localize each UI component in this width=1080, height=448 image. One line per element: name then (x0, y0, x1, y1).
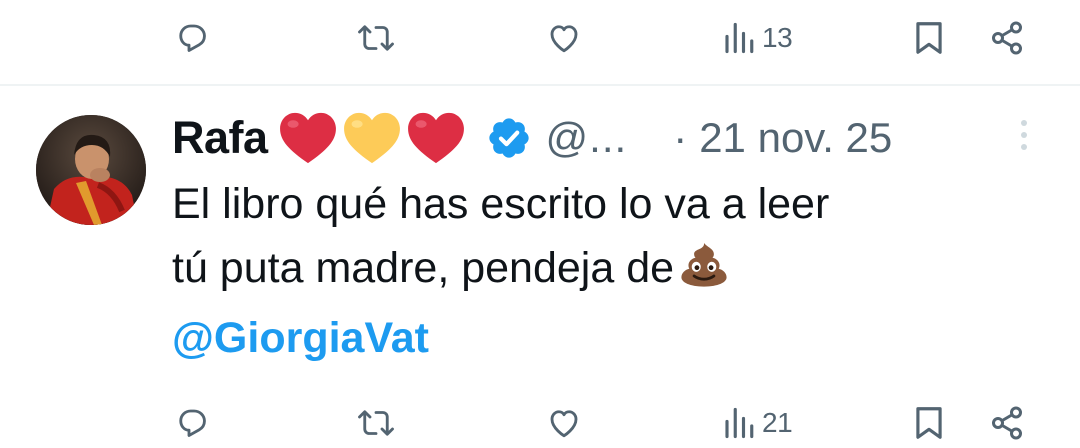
bookmark-icon (916, 407, 942, 439)
tweet-text-line-1: El libro qué has escrito lo va a leer (172, 180, 830, 228)
bookmark-icon (916, 22, 942, 54)
poop-emoji (678, 240, 730, 306)
tweet-text-line-2-content: tú puta madre, pendeja de (172, 244, 675, 292)
share-button[interactable] (987, 393, 1027, 448)
like-button[interactable] (545, 8, 583, 68)
tweet-date[interactable]: 21 nov. 25 (699, 114, 892, 162)
share-icon (992, 406, 1022, 440)
previous-tweet-action-bar: 13 (0, 8, 1080, 68)
red-heart-emoji (279, 112, 336, 164)
verified-badge-icon (488, 118, 529, 158)
tweet-divider (0, 84, 1080, 86)
header-separator: · (673, 114, 688, 161)
retweet-button[interactable] (356, 8, 396, 68)
like-icon (550, 25, 578, 53)
verified-badge[interactable] (486, 115, 532, 161)
author-handle[interactable]: @... (546, 114, 628, 162)
retweet-icon (358, 25, 394, 51)
bookmark-button[interactable] (912, 393, 946, 448)
reply-button[interactable] (174, 8, 210, 68)
red-heart-emoji (407, 112, 464, 164)
tweet-action-bar: 21 (0, 393, 1080, 448)
more-options-icon (1014, 120, 1034, 150)
more-options-button[interactable] (1014, 120, 1034, 160)
views-count: 13 (762, 22, 793, 53)
tweet-header: Rafa @... · 21 nov. 25 (172, 107, 892, 169)
views-icon (725, 22, 754, 54)
views-button[interactable]: 21 (722, 393, 793, 448)
retweet-icon (358, 410, 394, 436)
yellow-heart-emoji (343, 112, 400, 164)
tweet-text-line-2: tú puta madre, pendeja de (172, 236, 1052, 306)
views-icon (725, 407, 754, 439)
reply-icon (179, 24, 206, 52)
mention-link[interactable]: @GiorgiaVat (172, 306, 1052, 370)
bookmark-button[interactable] (912, 8, 946, 68)
share-icon (992, 21, 1022, 55)
tweet-text: El libro qué has escrito lo va a leer tú… (172, 172, 1052, 370)
like-icon (550, 410, 578, 438)
views-count: 21 (762, 407, 793, 438)
retweet-button[interactable] (356, 393, 396, 448)
reply-icon (179, 409, 206, 437)
avatar[interactable] (36, 115, 146, 225)
tweet-thread: 13 Rafa @... · 21 nov. 25 El libro qué h… (0, 0, 1080, 448)
name-emojis (278, 111, 470, 165)
author-name[interactable]: Rafa (172, 112, 268, 164)
views-button[interactable]: 13 (722, 8, 793, 68)
share-button[interactable] (987, 8, 1027, 68)
reply-button[interactable] (174, 393, 210, 448)
like-button[interactable] (545, 393, 583, 448)
